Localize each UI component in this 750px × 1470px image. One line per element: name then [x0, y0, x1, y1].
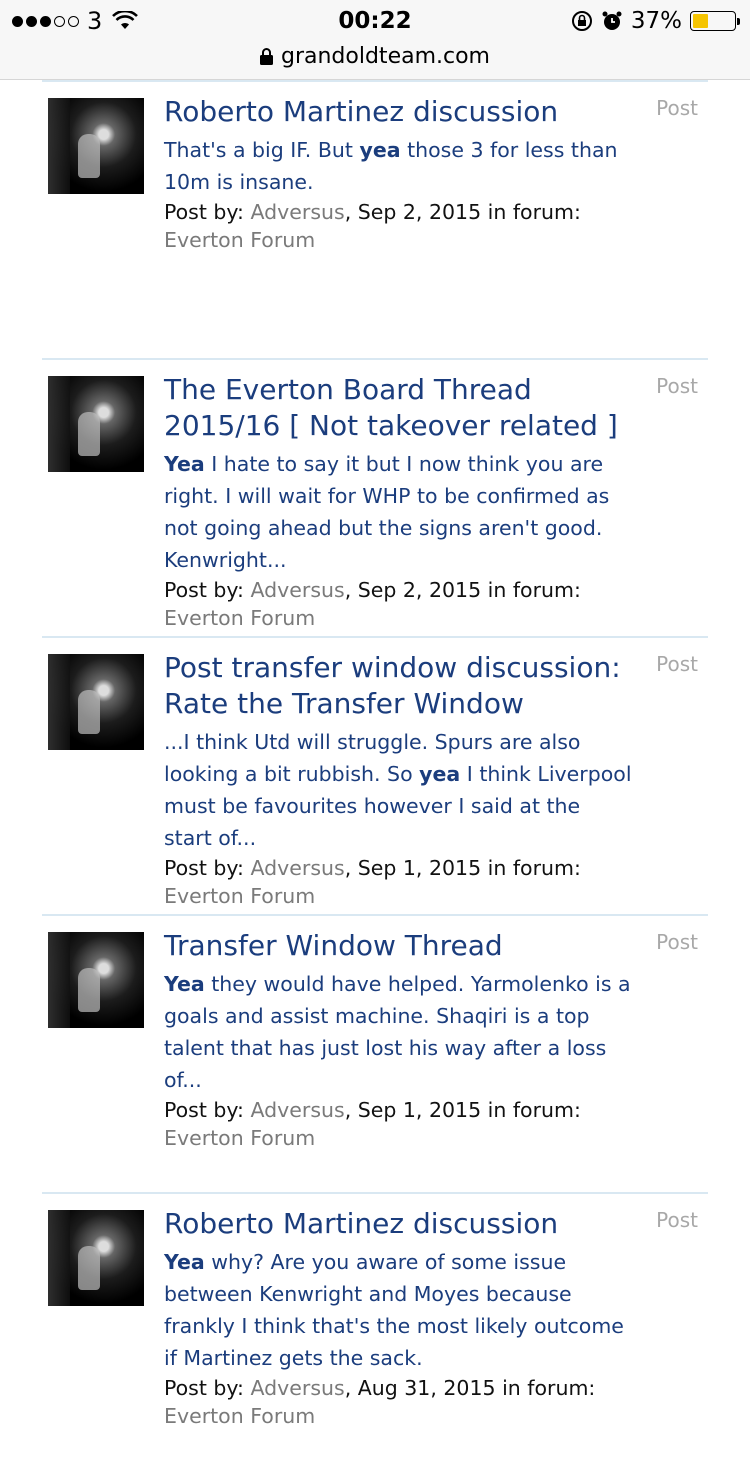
search-result: Post The Everton Board Thread 2015/16 [ … [42, 358, 708, 636]
battery-level [693, 14, 708, 28]
result-title-link[interactable]: The Everton Board Thread 2015/16 [ Not t… [164, 372, 634, 444]
content-type-label: Post [656, 374, 698, 398]
result-snippet[interactable]: That's a big IF. But yea those 3 for les… [164, 134, 634, 198]
search-result: Post Roberto Martinez discussion Yea why… [42, 1192, 708, 1470]
result-title-link[interactable]: Roberto Martinez discussion [164, 1206, 634, 1242]
highlight-term: yea [359, 138, 401, 162]
battery-icon [690, 11, 740, 31]
result-meta: Post by: Adversus, Sep 2, 2015 in forum:… [164, 200, 581, 252]
forum-link[interactable]: Everton Forum [164, 1404, 315, 1428]
result-meta: Post by: Adversus, Sep 1, 2015 in forum:… [164, 1098, 581, 1150]
content-type-label: Post [656, 96, 698, 120]
carrier-name: 3 [87, 7, 103, 35]
result-meta: Post by: Adversus, Aug 31, 2015 in forum… [164, 1376, 596, 1428]
forum-link[interactable]: Everton Forum [164, 1126, 315, 1150]
url-text: grandoldteam.com [281, 43, 490, 69]
alarm-icon [602, 11, 622, 30]
search-result: Post Transfer Window Thread Yea they wou… [42, 914, 708, 1192]
avatar[interactable] [48, 654, 144, 750]
result-meta: Post by: Adversus, Sep 2, 2015 in forum:… [164, 578, 581, 630]
lock-icon [260, 47, 273, 65]
forum-link[interactable]: Everton Forum [164, 606, 315, 630]
author-link[interactable]: Adversus [250, 200, 344, 224]
wifi-icon [112, 11, 139, 29]
avatar[interactable] [48, 1210, 144, 1306]
result-snippet[interactable]: Yea they would have helped. Yarmolenko i… [164, 968, 634, 1096]
result-title-link[interactable]: Transfer Window Thread [164, 928, 634, 964]
result-snippet[interactable]: ...I think Utd will struggle. Spurs are … [164, 726, 634, 854]
highlight-term: Yea [164, 1250, 205, 1274]
highlight-term: yea [419, 762, 461, 786]
search-result: Post Post transfer window discussion: Ra… [42, 636, 708, 914]
search-results-list: Post Roberto Martinez discussion That's … [0, 80, 750, 1470]
status-bar: 3 00:22 37% grandoldteam.com [0, 0, 750, 80]
author-link[interactable]: Adversus [250, 578, 344, 602]
avatar[interactable] [48, 98, 144, 194]
author-link[interactable]: Adversus [250, 856, 344, 880]
rotation-lock-icon [571, 11, 592, 31]
result-title-link[interactable]: Roberto Martinez discussion [164, 94, 634, 130]
avatar[interactable] [48, 932, 144, 1028]
highlight-term: Yea [164, 452, 205, 476]
search-result: Post Roberto Martinez discussion That's … [42, 80, 708, 358]
signal-strength-icon [12, 15, 79, 27]
content-type-label: Post [656, 930, 698, 954]
author-link[interactable]: Adversus [250, 1098, 344, 1122]
content-type-label: Post [656, 1208, 698, 1232]
author-link[interactable]: Adversus [250, 1376, 344, 1400]
result-snippet[interactable]: Yea why? Are you aware of some issue bet… [164, 1246, 634, 1374]
result-title-link[interactable]: Post transfer window discussion: Rate th… [164, 650, 634, 722]
forum-link[interactable]: Everton Forum [164, 884, 315, 908]
avatar[interactable] [48, 376, 144, 472]
highlight-term: Yea [164, 972, 205, 996]
status-right: 37% [571, 6, 740, 36]
content-type-label: Post [656, 652, 698, 676]
signal-area: 3 [12, 6, 139, 36]
result-snippet[interactable]: Yea I hate to say it but I now think you… [164, 448, 634, 576]
battery-percent: 37% [630, 8, 682, 34]
forum-link[interactable]: Everton Forum [164, 228, 315, 252]
address-bar[interactable]: grandoldteam.com [0, 40, 750, 72]
result-meta: Post by: Adversus, Sep 1, 2015 in forum:… [164, 856, 581, 908]
